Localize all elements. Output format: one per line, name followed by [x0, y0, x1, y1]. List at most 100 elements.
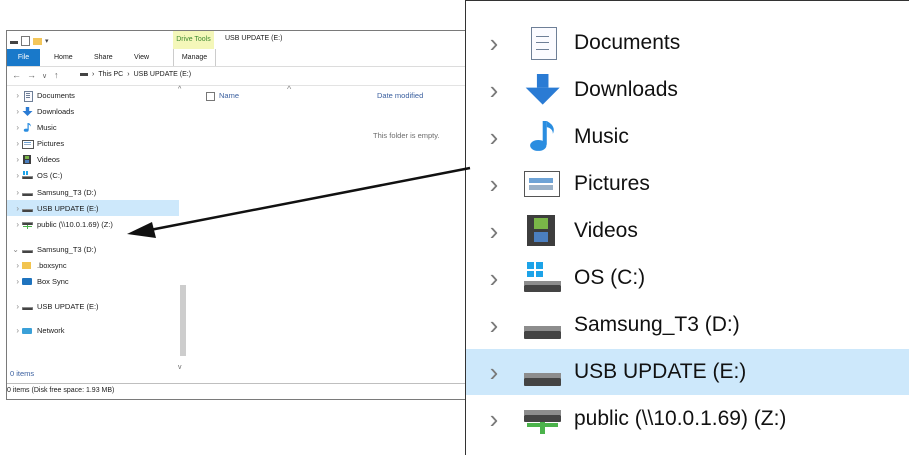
column-date-modified[interactable]: Date modified [377, 91, 423, 100]
nav-item[interactable]: › public (\\10.0.1.69) (Z:) [7, 216, 179, 232]
zoom-nav-item-label: OS (C:) [574, 266, 646, 289]
nav-item[interactable]: › Music [7, 119, 179, 135]
zoom-nav-item[interactable]: › Videos [466, 208, 909, 254]
zoom-nav-item[interactable]: › USB UPDATE (E:) [466, 349, 909, 395]
folder-icon [22, 261, 33, 270]
zoomed-navigation-pane: › Documents › Downloads › Music › Pictures › [465, 0, 909, 455]
drive-icon [524, 356, 564, 388]
chevron-right-icon[interactable]: › [7, 188, 22, 197]
tab-share[interactable]: Share [94, 53, 113, 63]
nav-item-label: Music [37, 122, 57, 132]
nav-item[interactable]: › USB UPDATE (E:) [7, 200, 179, 216]
zoom-nav-item[interactable]: › public (\\10.0.1.69) (Z:) [466, 396, 909, 442]
nav-item[interactable]: › Network [7, 322, 179, 338]
nav-item-label: .boxsync [37, 260, 67, 270]
nav-item[interactable]: › OS (C:) [7, 167, 179, 183]
nav-item-label: USB UPDATE (E:) [37, 203, 99, 213]
navigation-scrollbar[interactable]: ^ v [178, 86, 188, 371]
tab-file[interactable]: File [7, 49, 40, 66]
chevron-down-icon[interactable]: ⌄ [7, 245, 22, 254]
nav-item[interactable]: ⌄ Samsung_T3 (D:) [7, 241, 179, 257]
chevron-right-icon[interactable]: › [466, 406, 514, 432]
zoom-nav-item[interactable]: › Downloads [466, 67, 909, 113]
sort-ascending-icon: ^ [287, 84, 292, 94]
chevron-right-icon[interactable]: › [7, 204, 22, 213]
chevron-right-icon[interactable]: › [7, 139, 22, 148]
select-all-checkbox[interactable] [206, 92, 215, 101]
nav-item[interactable]: › Pictures [7, 135, 179, 151]
drive-icon [10, 41, 18, 44]
tab-view[interactable]: View [134, 53, 149, 63]
chevron-right-icon[interactable]: › [7, 123, 22, 132]
documents-icon [22, 90, 33, 102]
nav-item[interactable]: › USB UPDATE (E:) [7, 298, 179, 314]
chevron-right-icon[interactable]: › [466, 218, 514, 244]
nav-item-label: USB UPDATE (E:) [37, 301, 99, 311]
nav-item[interactable]: › .boxsync [7, 257, 179, 273]
chevron-right-icon[interactable]: › [7, 155, 22, 164]
explorer-window: ▾ Drive Tools USB UPDATE (E:) File Home … [6, 30, 474, 400]
chevron-down-icon[interactable]: ▾ [45, 37, 49, 45]
documents-icon [524, 27, 564, 60]
tab-home[interactable]: Home [54, 53, 73, 63]
zoom-nav-item-label: Downloads [574, 78, 678, 101]
zoom-nav-item[interactable]: › Documents [466, 20, 909, 66]
nav-item[interactable]: › Videos [7, 151, 179, 167]
recent-locations-icon[interactable]: ∨ [42, 72, 47, 80]
nav-item[interactable]: › Downloads [7, 103, 179, 119]
network-drive-icon [524, 403, 564, 435]
nav-item-label: public (\\10.0.1.69) (Z:) [37, 219, 113, 229]
zoom-nav-item[interactable]: › Pictures [466, 161, 909, 207]
chevron-right-icon[interactable]: › [466, 77, 514, 103]
chevron-right-icon[interactable]: › [466, 171, 514, 197]
zoom-nav-item[interactable]: › Samsung_T3 (D:) [466, 302, 909, 348]
tab-manage[interactable]: Manage [173, 49, 216, 66]
scroll-down-icon[interactable]: v [178, 364, 182, 371]
status-text: 0 items (Disk free space: 1.93 MB) [7, 387, 115, 394]
zoom-nav-item[interactable]: › Music [466, 114, 909, 160]
music-icon [22, 122, 33, 132]
ribbon-tabs: File Home Share View Manage [7, 49, 473, 67]
chevron-right-icon[interactable]: › [466, 265, 514, 291]
nav-item-label: Samsung_T3 (D:) [37, 187, 97, 197]
breadcrumb-separator: › [127, 71, 130, 78]
context-tab-drive-tools: Drive Tools [173, 31, 214, 49]
chevron-right-icon[interactable]: › [7, 220, 22, 229]
scrollbar-thumb[interactable] [180, 285, 186, 356]
up-arrow-icon[interactable]: ↑ [54, 70, 59, 80]
videos-icon [22, 154, 33, 164]
zoom-nav-item[interactable]: › OS (C:) [466, 255, 909, 301]
chevron-right-icon[interactable]: › [7, 277, 22, 286]
chevron-right-icon[interactable]: › [7, 107, 22, 116]
nav-item[interactable]: › Documents [7, 87, 179, 103]
scroll-up-icon[interactable]: ^ [178, 86, 181, 93]
chevron-right-icon[interactable]: › [466, 30, 514, 56]
chevron-right-icon[interactable]: › [7, 302, 22, 311]
properties-icon[interactable] [21, 36, 30, 46]
chevron-right-icon[interactable]: › [466, 312, 514, 338]
breadcrumb-separator: › [92, 71, 95, 78]
chevron-right-icon[interactable]: › [7, 261, 22, 270]
forward-arrow-icon[interactable]: → [27, 70, 36, 80]
address-bar: ← → ∨ ↑ › This PC › USB UPDATE (E:) [7, 67, 473, 86]
nav-item-label: Samsung_T3 (D:) [37, 244, 97, 254]
downloads-icon [524, 74, 564, 106]
chevron-right-icon[interactable]: › [7, 171, 22, 180]
drive-icon [80, 73, 88, 76]
drive-icon [22, 302, 33, 311]
zoom-nav-item-label: Samsung_T3 (D:) [574, 313, 740, 336]
breadcrumb-usb-update[interactable]: USB UPDATE (E:) [134, 71, 191, 78]
back-arrow-icon[interactable]: ← [12, 70, 21, 80]
breadcrumb-this-pc[interactable]: This PC [98, 71, 123, 78]
box-sync-icon [22, 277, 33, 286]
chevron-right-icon[interactable]: › [466, 359, 514, 385]
chevron-right-icon[interactable]: › [7, 326, 22, 335]
column-name[interactable]: Name [219, 91, 239, 100]
breadcrumb[interactable]: › This PC › USB UPDATE (E:) [80, 71, 191, 78]
nav-item[interactable]: › Samsung_T3 (D:) [7, 184, 179, 200]
chevron-right-icon[interactable]: › [7, 91, 22, 100]
nav-item[interactable]: › Box Sync [7, 273, 179, 289]
new-folder-icon[interactable] [33, 37, 42, 45]
chevron-right-icon[interactable]: › [466, 124, 514, 150]
zoom-nav-item-label: public (\\10.0.1.69) (Z:) [574, 407, 787, 430]
